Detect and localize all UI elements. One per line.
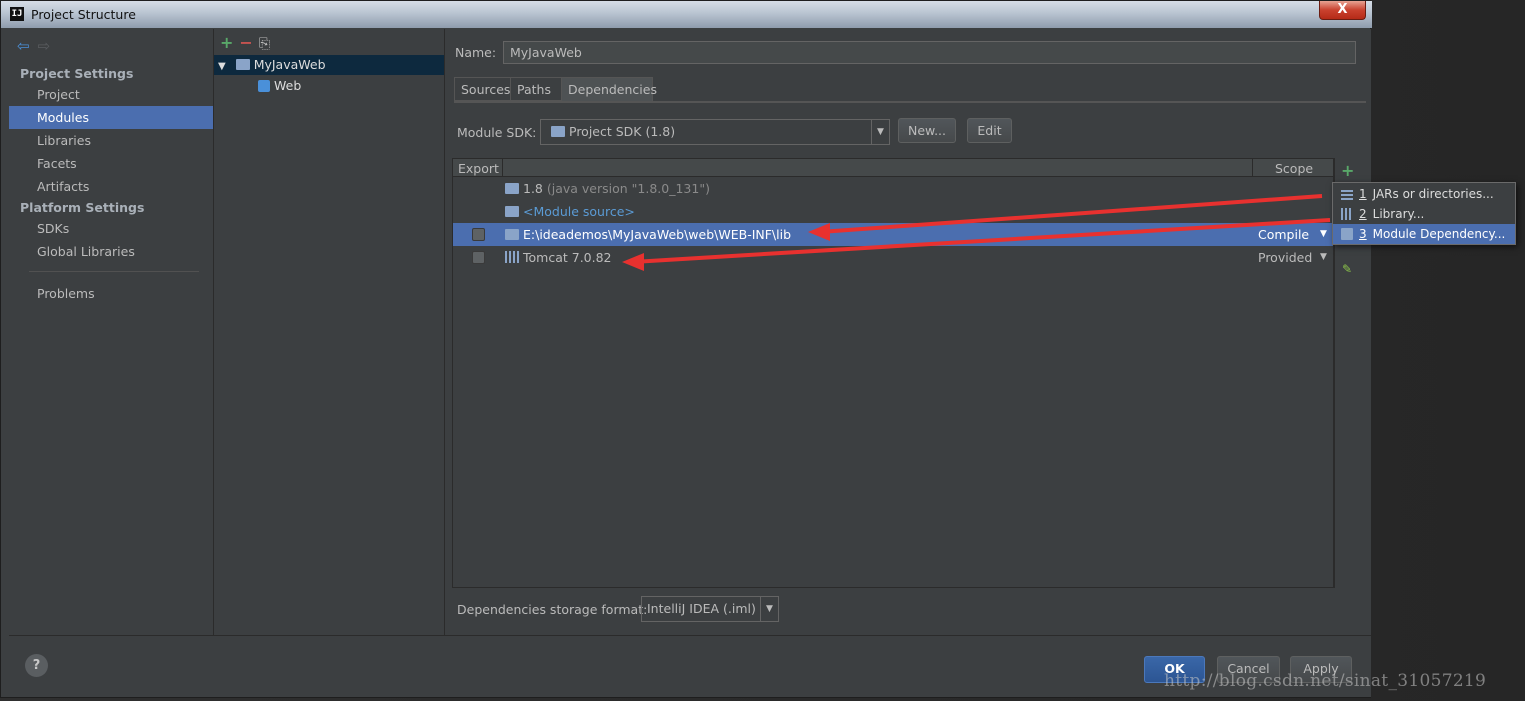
nav-item-artifacts[interactable]: Artifacts xyxy=(9,175,213,198)
nav-divider xyxy=(29,271,199,272)
sdk-folder-icon xyxy=(551,126,565,137)
dropdown-arrow-icon[interactable]: ▼ xyxy=(760,597,778,621)
storage-format-dropdown[interactable]: IntelliJ IDEA (.iml) ▼ xyxy=(641,596,779,622)
nav-item-sdks[interactable]: SDKs xyxy=(9,217,213,240)
export-checkbox[interactable] xyxy=(472,251,485,264)
window-title: Project Structure xyxy=(31,7,136,22)
module-folder-icon xyxy=(1341,228,1353,240)
col-export-header[interactable]: Export xyxy=(458,161,499,176)
header-separator xyxy=(502,159,503,177)
module-sdk-dropdown[interactable]: Project SDK (1.8) ▼ xyxy=(540,119,890,145)
popup-item-label: Module Dependency... xyxy=(1372,227,1506,241)
dependencies-table: Export Scope 1.8 (java version "1.8.0_13… xyxy=(452,158,1334,588)
popup-item-library[interactable]: 2 Library... xyxy=(1333,204,1515,224)
header-separator xyxy=(1252,159,1253,177)
popup-item-jars[interactable]: 1 JARs or directories... xyxy=(1333,184,1515,204)
popup-item-label: JARs or directories... xyxy=(1372,187,1494,201)
dependency-tomcat: Tomcat 7.0.82 xyxy=(505,246,612,269)
scope-dropdown[interactable]: Provided xyxy=(1258,246,1312,269)
tab-dependencies[interactable]: Dependencies xyxy=(561,77,657,101)
library-icon xyxy=(505,251,519,263)
watermark-text: http://blog.csdn.net/sinat_31057219 xyxy=(1164,671,1487,691)
dependency-row-tomcat[interactable]: Tomcat 7.0.82 Provided ▼ xyxy=(453,246,1333,269)
forward-arrow-icon[interactable]: ⇨ xyxy=(38,37,51,55)
tab-underline xyxy=(454,101,1366,103)
add-dependency-icon[interactable]: + xyxy=(1341,161,1354,180)
module-sdk-value: Project SDK (1.8) xyxy=(569,124,676,139)
scope-arrow-icon[interactable]: ▼ xyxy=(1320,223,1327,246)
add-module-icon[interactable]: + xyxy=(220,33,233,52)
popup-item-number: 3 xyxy=(1359,227,1367,241)
dropdown-arrow-icon[interactable]: ▼ xyxy=(871,120,889,144)
dependency-name: Tomcat 7.0.82 xyxy=(523,250,612,265)
edit-pencil-icon[interactable]: ✎ xyxy=(1342,262,1352,276)
storage-format-label: Dependencies storage format: xyxy=(457,602,648,617)
module-toolbar: + − ⎘ xyxy=(220,33,270,52)
tab-paths[interactable]: Paths xyxy=(510,77,562,101)
intellij-app-icon: IJ xyxy=(10,7,24,21)
library-icon xyxy=(1341,208,1353,220)
settings-nav-pane: ⇦ ⇨ Project Settings Project Modules Libr… xyxy=(9,29,214,635)
nav-item-libraries[interactable]: Libraries xyxy=(9,129,213,152)
lib-folder-icon xyxy=(505,229,519,240)
popup-item-number: 1 xyxy=(1359,187,1367,201)
dependency-jdk: 1.8 (java version "1.8.0_131") xyxy=(505,177,710,200)
back-arrow-icon[interactable]: ⇦ xyxy=(17,37,30,55)
tree-item-myjavaweb[interactable]: ▼ MyJavaWeb xyxy=(214,55,444,75)
nav-item-project[interactable]: Project xyxy=(9,83,213,106)
popup-item-label: Library... xyxy=(1372,207,1425,221)
project-settings-heading: Project Settings xyxy=(20,66,134,81)
dependency-row-module-source[interactable]: <Module source> xyxy=(453,200,1333,223)
source-folder-icon xyxy=(505,206,519,217)
module-folder-icon xyxy=(235,59,250,70)
module-name-field[interactable]: MyJavaWeb xyxy=(503,41,1356,64)
storage-format-value: IntelliJ IDEA (.iml) xyxy=(647,601,756,616)
scope-dropdown[interactable]: Compile xyxy=(1258,223,1309,246)
help-icon[interactable]: ? xyxy=(25,654,48,677)
edit-sdk-button[interactable]: Edit xyxy=(967,118,1012,143)
module-tree-pane: + − ⎘ ▼ MyJavaWeb Web xyxy=(214,29,445,635)
web-facet-icon xyxy=(258,80,270,92)
jar-icon xyxy=(1341,188,1353,200)
dependency-name: 1.8 xyxy=(523,181,543,196)
dependency-row-jdk[interactable]: 1.8 (java version "1.8.0_131") xyxy=(453,177,1333,200)
dependency-lib: E:\ideademos\MyJavaWeb\web\WEB-INF\lib xyxy=(505,223,791,246)
jdk-folder-icon xyxy=(505,183,519,194)
nav-item-problems[interactable]: Problems xyxy=(9,282,213,305)
module-sdk-label: Module SDK: xyxy=(457,125,537,140)
dependency-detail: (java version "1.8.0_131") xyxy=(542,181,710,196)
dependency-name: <Module source> xyxy=(523,204,635,219)
table-header: Export Scope xyxy=(453,159,1333,177)
close-button[interactable]: X xyxy=(1319,1,1366,20)
tab-sources[interactable]: Sources xyxy=(454,77,511,101)
copy-module-icon[interactable]: ⎘ xyxy=(259,36,270,52)
popup-item-number: 2 xyxy=(1359,207,1367,221)
module-settings-panel: Name: MyJavaWeb Sources Paths Dependenci… xyxy=(445,29,1371,635)
add-dependency-popup: 1 JARs or directories... 2 Library... 3 Mod… xyxy=(1332,182,1516,245)
export-checkbox[interactable] xyxy=(472,228,485,241)
dependency-name: E:\ideademos\MyJavaWeb\web\WEB-INF\lib xyxy=(523,227,792,242)
dependency-module-source: <Module source> xyxy=(505,200,635,223)
new-sdk-button[interactable]: New... xyxy=(898,118,956,143)
tree-item-label: Web xyxy=(274,78,302,93)
dependency-row-lib[interactable]: E:\ideademos\MyJavaWeb\web\WEB-INF\lib C… xyxy=(453,223,1333,246)
tree-item-web[interactable]: Web xyxy=(214,76,444,96)
nav-arrows: ⇦ ⇨ xyxy=(17,37,50,55)
title-bar: IJ Project Structure X xyxy=(1,1,1372,28)
project-structure-dialog: IJ Project Structure X ⇦ ⇨ Project Settin… xyxy=(0,0,1372,698)
name-label: Name: xyxy=(455,45,497,60)
remove-module-icon[interactable]: − xyxy=(239,33,252,52)
nav-item-global-libraries[interactable]: Global Libraries xyxy=(9,240,213,263)
nav-item-modules[interactable]: Modules xyxy=(9,106,213,129)
popup-item-module-dependency[interactable]: 3 Module Dependency... xyxy=(1333,224,1515,244)
expand-triangle-icon[interactable]: ▼ xyxy=(218,61,226,72)
platform-settings-heading: Platform Settings xyxy=(20,200,145,215)
col-scope-header[interactable]: Scope xyxy=(1275,161,1313,176)
tree-item-label: MyJavaWeb xyxy=(253,57,326,72)
scope-arrow-icon[interactable]: ▼ xyxy=(1320,246,1327,269)
nav-item-facets[interactable]: Facets xyxy=(9,152,213,175)
